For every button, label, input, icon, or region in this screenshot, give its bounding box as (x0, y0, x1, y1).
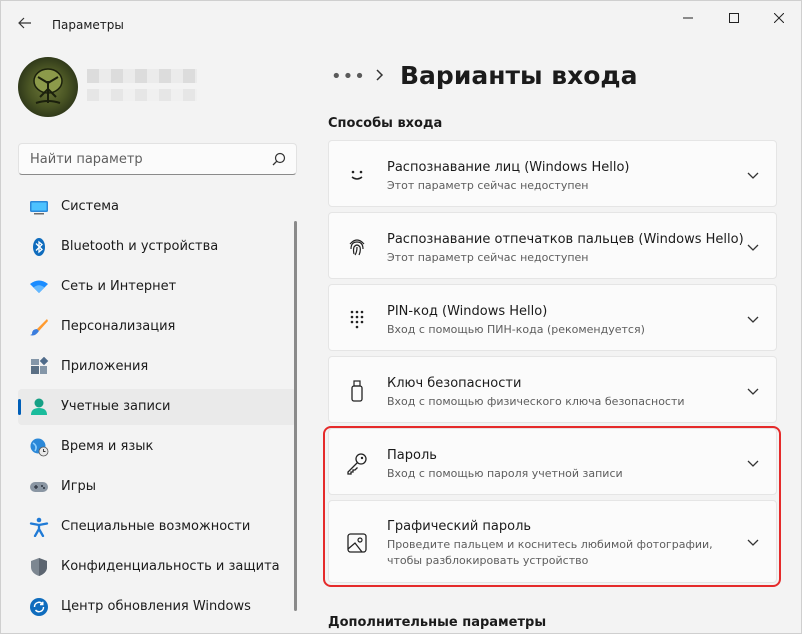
system-icon (30, 201, 48, 215)
sidebar-item-time-language[interactable]: Время и язык (18, 429, 296, 465)
search-input[interactable]: Найти параметр (18, 143, 297, 175)
sidebar-item-label: Приложения (61, 359, 149, 374)
pin-keypad-icon (350, 310, 364, 329)
avatar[interactable] (18, 57, 78, 117)
option-face-recognition[interactable]: Распознавание лиц (Windows Hello) Этот п… (328, 140, 777, 207)
chevron-down-icon (747, 244, 759, 251)
bluetooth-icon (33, 238, 45, 256)
option-title: Распознавание лиц (Windows Hello) (387, 160, 630, 175)
tree-avatar-image (33, 68, 63, 104)
chevron-down-icon (747, 316, 759, 323)
shield-icon (31, 558, 47, 576)
page-title: Варианты входа (400, 61, 638, 90)
sidebar-item-label: Учетные записи (61, 399, 171, 414)
sidebar-item-label: Игры (61, 479, 97, 494)
sidebar-item-label: Персонализация (61, 319, 176, 334)
user-name-redacted (87, 69, 197, 83)
sidebar-item-label: Специальные возможности (61, 519, 251, 534)
option-subtitle: Вход с помощью ПИН-кода (рекомендуется) (387, 323, 645, 336)
sidebar-item-label: Bluetooth и устройства (61, 239, 219, 254)
account-icon (31, 398, 47, 415)
app-title: Параметры (52, 18, 124, 32)
close-icon (774, 13, 784, 23)
option-subtitle: Проведите пальцем и коснитесь любимой фо… (387, 538, 713, 567)
title-bar: Параметры (1, 1, 801, 41)
chevron-down-icon (747, 172, 759, 179)
maximize-button[interactable] (711, 1, 757, 35)
option-title: Распознавание отпечатков пальцев (Window… (387, 232, 744, 247)
sidebar-item-apps[interactable]: Приложения (18, 349, 296, 385)
usb-key-icon (351, 380, 363, 402)
sidebar-item-label: Центр обновления Windows (61, 599, 251, 614)
sidebar-item-personalization[interactable]: Персонализация (18, 309, 296, 345)
globe-clock-icon (30, 438, 49, 457)
option-title: PIN-код (Windows Hello) (387, 304, 548, 319)
chevron-down-icon (747, 539, 759, 546)
face-icon (351, 170, 363, 180)
chevron-right-icon (376, 69, 384, 81)
back-button[interactable] (13, 13, 37, 33)
accessibility-icon (29, 517, 49, 537)
option-pin[interactable]: PIN-код (Windows Hello) Вход с помощью П… (328, 284, 777, 351)
maximize-icon (729, 13, 739, 23)
active-indicator (18, 399, 21, 415)
option-fingerprint[interactable]: Распознавание отпечатков пальцев (Window… (328, 212, 777, 279)
minimize-button[interactable] (665, 1, 711, 35)
option-title: Пароль (387, 448, 437, 463)
sidebar-item-privacy[interactable]: Конфиденциальность и защита (18, 549, 296, 585)
key-icon (347, 453, 367, 475)
option-subtitle: Вход с помощью физического ключа безопас… (387, 395, 685, 408)
brush-icon (30, 319, 48, 336)
chevron-down-icon (747, 388, 759, 395)
option-subtitle: Этот параметр сейчас недоступен (387, 179, 589, 192)
search-icon[interactable] (272, 152, 286, 166)
sidebar-item-accessibility[interactable]: Специальные возможности (18, 509, 296, 545)
sidebar-item-network[interactable]: Сеть и Интернет (18, 269, 296, 305)
breadcrumb-more-button[interactable]: ••• (331, 66, 366, 87)
back-arrow-icon (18, 17, 31, 29)
sidebar-scrollbar[interactable] (294, 221, 297, 611)
settings-window: Параметры Найти параметр Система Bluetoo… (0, 0, 802, 634)
fingerprint-icon (349, 239, 365, 256)
section-title-signin: Способы входа (328, 116, 443, 131)
sidebar-item-bluetooth[interactable]: Bluetooth и устройства (18, 229, 296, 265)
close-button[interactable] (756, 1, 801, 35)
option-subtitle: Вход с помощью пароля учетной записи (387, 467, 623, 480)
chevron-down-icon (747, 460, 759, 467)
gamepad-icon (30, 482, 48, 492)
option-title: Ключ безопасности (387, 376, 522, 391)
minimize-icon (683, 17, 693, 19)
picture-icon (347, 533, 367, 553)
option-title: Графический пароль (387, 519, 532, 534)
option-password[interactable]: Пароль Вход с помощью пароля учетной зап… (328, 428, 777, 495)
sidebar-item-gaming[interactable]: Игры (18, 469, 296, 505)
apps-icon (31, 357, 49, 374)
option-security-key[interactable]: Ключ безопасности Вход с помощью физичес… (328, 356, 777, 423)
sidebar-item-label: Конфиденциальность и защита (61, 559, 280, 574)
user-email-redacted (87, 89, 197, 101)
sidebar-item-accounts[interactable]: Учетные записи (18, 389, 296, 425)
update-icon (30, 598, 48, 616)
wifi-icon (30, 280, 48, 293)
option-picture-password[interactable]: Графический пароль Проведите пальцем и к… (328, 500, 777, 583)
sidebar-item-label: Система (61, 199, 120, 214)
sidebar-item-system[interactable]: Система (18, 189, 296, 225)
sidebar-item-label: Время и язык (61, 439, 154, 454)
search-placeholder: Найти параметр (30, 152, 143, 167)
sidebar-item-windows-update[interactable]: Центр обновления Windows (18, 589, 296, 625)
option-subtitle: Этот параметр сейчас недоступен (387, 251, 589, 264)
section-title-additional: Дополнительные параметры (328, 615, 547, 630)
sidebar-item-label: Сеть и Интернет (61, 279, 177, 294)
